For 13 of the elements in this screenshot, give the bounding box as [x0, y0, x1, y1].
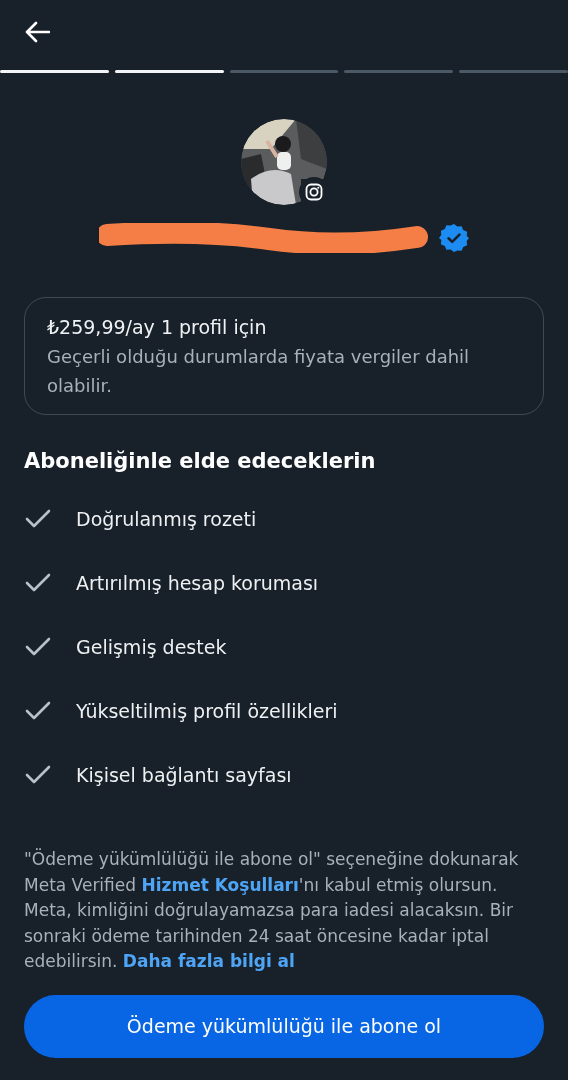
- terms-link[interactable]: Hizmet Koşulları: [141, 874, 299, 895]
- back-button[interactable]: [24, 21, 50, 43]
- price-text: ₺259,99/ay 1 profil için: [47, 316, 268, 338]
- benefit-text: Doğrulanmış rozeti: [76, 508, 257, 530]
- benefit-text: Kişisel bağlantı sayfası: [76, 764, 292, 786]
- benefit-text: Gelişmiş destek: [76, 636, 227, 658]
- section-heading: Aboneliğinle elde edeceklerin: [24, 449, 377, 473]
- benefit-text: Yükseltilmiş profil özellikleri: [76, 700, 338, 722]
- tax-note: Geçerli olduğu durumlarda fiyata vergiler dahil olabilir.: [47, 345, 471, 398]
- terms-link[interactable]: Daha fazla bilgi al: [122, 951, 295, 971]
- benefit-text: Artırılmış hesap koruması: [76, 572, 319, 594]
- subscribe-button[interactable]: Ödeme yükümlülüğü ile abone ol: [24, 994, 544, 1058]
- terms-paragraph: "Ödeme yükümlülüğü ile abone ol" seçeneğine dokunarak Meta Verified Hizmet Koşulları'nı kabul etmiş olursun. Meta, kimliğini doğrulayamazsa para iadesi alacaksın. Bir sonraki ödeme tarihinden 24 saat öncesine kadar iptal edebilirsin. Daha fazla bilgi al: [24, 847, 520, 973]
